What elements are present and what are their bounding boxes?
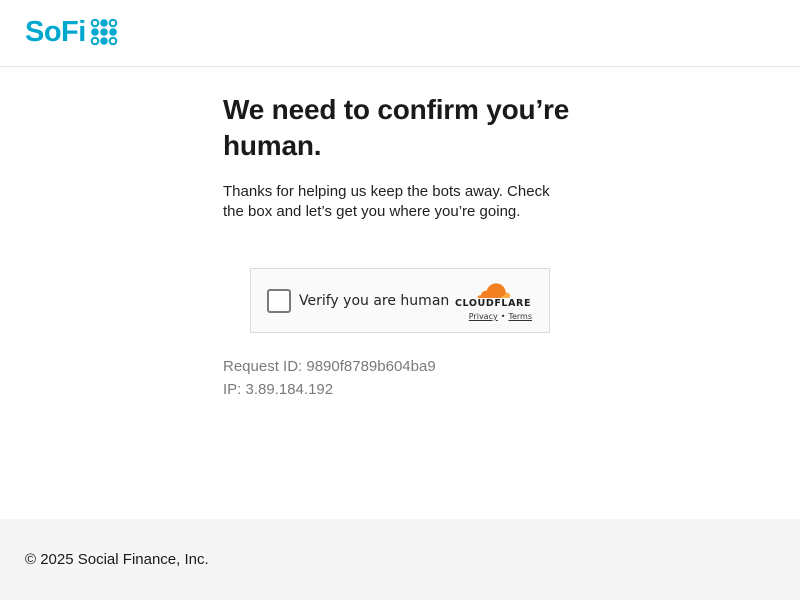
challenge-content: We need to confirm you’re human. Thanks …	[223, 92, 583, 222]
cloudflare-branding: CLOUDFLARE Privacy • Terms	[453, 281, 533, 322]
logo-wordmark: SoFi	[25, 16, 86, 48]
cloudflare-wordmark: CLOUDFLARE	[454, 298, 532, 309]
cloudflare-turnstile-widget: Verify you are human CLOUDFLARE Privacy •…	[250, 268, 550, 333]
verify-checkbox[interactable]	[267, 289, 291, 313]
site-footer: © 2025 Social Finance, Inc.	[0, 519, 800, 600]
page-title: We need to confirm you’re human.	[223, 94, 570, 161]
site-header: SoFi	[0, 0, 800, 67]
copyright-text: © 2025 Social Finance, Inc.	[25, 551, 209, 568]
sofi-dots-icon	[90, 18, 118, 46]
request-meta: Request ID: 9890f8789b604ba9 IP: 3.89.18…	[223, 355, 436, 401]
request-id: Request ID: 9890f8789b604ba9	[223, 358, 436, 375]
terms-link[interactable]: Terms	[508, 312, 532, 321]
verify-label: Verify you are human	[299, 293, 450, 309]
cloudflare-cloud-icon	[477, 283, 511, 298]
ip-address: IP: 3.89.184.192	[223, 381, 334, 398]
link-separator: •	[500, 312, 506, 321]
privacy-link[interactable]: Privacy	[469, 312, 498, 321]
page-subtitle: Thanks for helping us keep the bots away…	[223, 183, 550, 220]
cloudflare-links: Privacy • Terms	[453, 312, 533, 322]
sofi-logo[interactable]: SoFi	[25, 16, 118, 48]
